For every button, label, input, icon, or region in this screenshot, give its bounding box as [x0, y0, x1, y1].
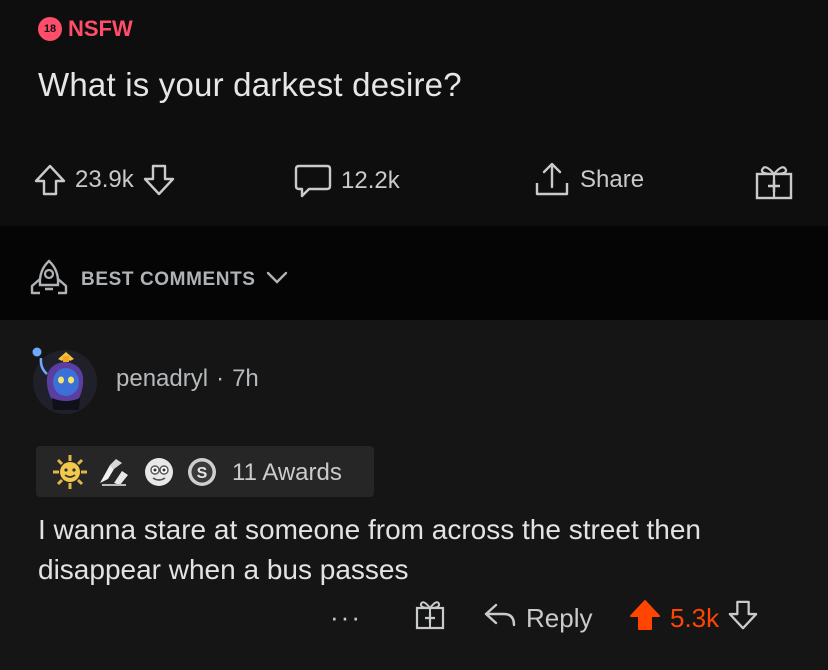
sort-dropdown[interactable]: BEST COMMENTS — [27, 258, 288, 302]
face-award-icon — [142, 455, 176, 494]
more-icon: ··· — [330, 602, 362, 632]
comment-actions: ··· Reply 5.3k — [0, 598, 828, 644]
chevron-down-icon — [266, 269, 288, 291]
comment-bubble-icon — [293, 163, 333, 199]
upvote-icon[interactable] — [628, 598, 662, 639]
downvote-icon[interactable] — [727, 599, 759, 638]
svg-text:S: S — [197, 465, 208, 482]
hands-award-icon — [96, 455, 132, 494]
rocket-icon — [27, 258, 71, 302]
reply-icon — [482, 600, 518, 637]
post-title: What is your darkest desire? — [38, 66, 462, 103]
comment-count: 12.2k — [341, 167, 400, 194]
comment-time: 7h — [232, 365, 259, 392]
sort-label: BEST COMMENTS — [81, 269, 256, 290]
meta-separator: · — [216, 365, 225, 392]
reply-label: Reply — [526, 603, 593, 633]
nsfw-label: NSFW — [68, 16, 133, 41]
share-button[interactable]: Share — [532, 161, 644, 199]
share-label: Share — [580, 166, 645, 193]
comment-vote-group: 5.3k — [628, 598, 759, 639]
awards-count: 11 Awards — [232, 459, 342, 486]
downvote-icon[interactable] — [142, 163, 176, 197]
comment-sort-bar: BEST COMMENTS — [0, 226, 828, 320]
more-options-button[interactable]: ··· — [330, 602, 362, 633]
avatar[interactable] — [27, 344, 97, 414]
comment-award-button[interactable] — [413, 598, 447, 637]
post-header: 18 NSFW What is your darkest desire? 23.… — [0, 0, 828, 226]
comment: penadryl · 7h S 11 Awards I wanna stare … — [0, 320, 828, 670]
username[interactable]: penadryl — [116, 365, 208, 393]
nsfw-tag: 18 NSFW — [38, 16, 133, 42]
reply-button[interactable]: Reply — [482, 600, 592, 637]
silver-award-icon: S — [186, 456, 218, 493]
post-actions: 23.9k 12.2k Share — [0, 155, 828, 205]
post-upvote-count: 23.9k — [75, 166, 134, 193]
gift-icon — [413, 598, 447, 637]
comment-body: I wanna stare at someone from across the… — [38, 514, 702, 585]
nsfw-badge: 18 — [38, 17, 62, 41]
post-vote-group: 23.9k — [33, 163, 176, 197]
share-icon — [532, 161, 572, 199]
sun-award-icon — [52, 454, 88, 495]
comment-score: 5.3k — [670, 603, 720, 633]
awards-bar[interactable]: S 11 Awards — [36, 446, 374, 497]
upvote-icon[interactable] — [33, 163, 67, 197]
award-gift-button[interactable] — [752, 161, 796, 201]
comments-button[interactable]: 12.2k — [293, 163, 400, 199]
comment-meta: penadryl · 7h — [116, 365, 259, 393]
gift-icon — [752, 161, 796, 201]
